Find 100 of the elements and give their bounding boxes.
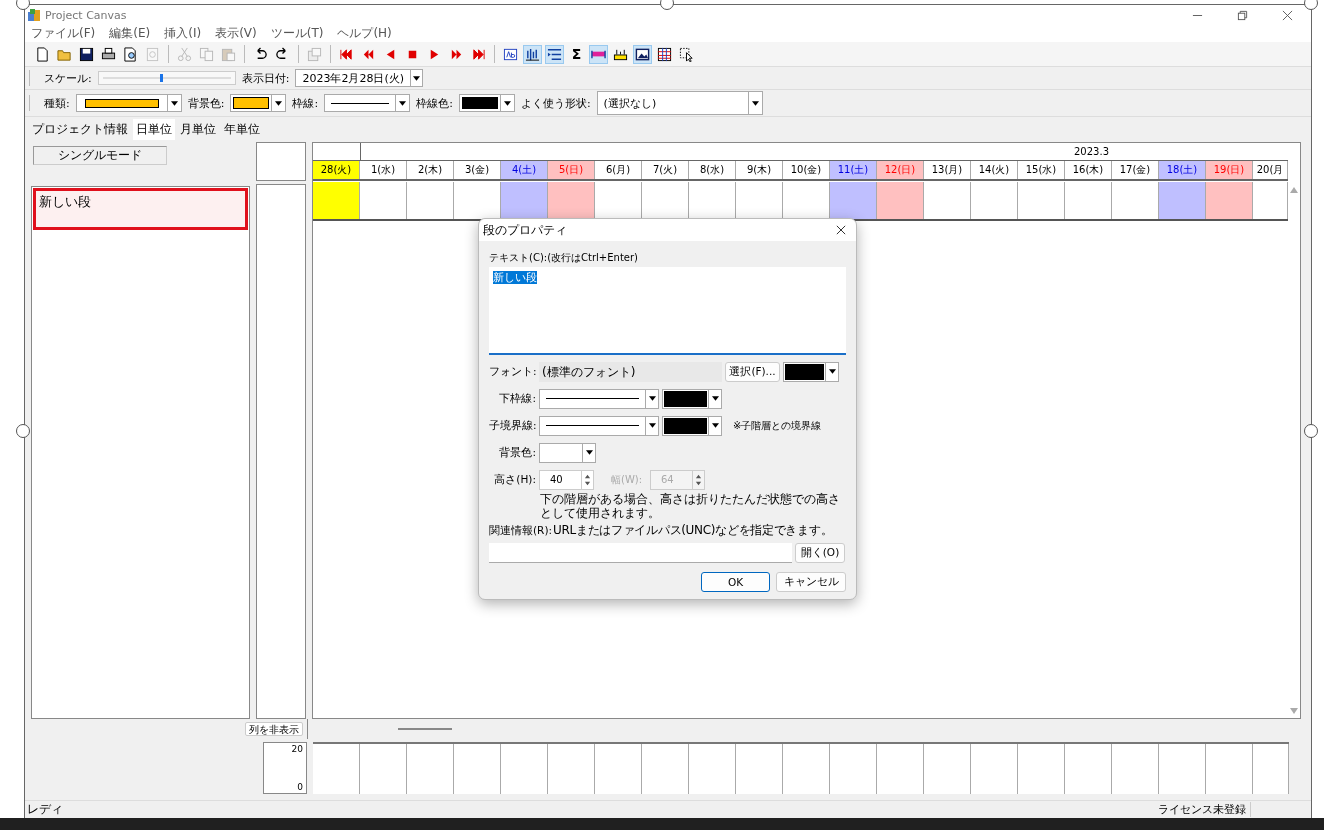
color-swatch — [664, 417, 707, 434]
color-swatch — [664, 390, 707, 407]
open-button[interactable]: 開く(O) — [795, 542, 845, 563]
day-cell — [501, 182, 548, 219]
cancel-button[interactable]: キャンセル — [776, 572, 846, 592]
menu-item[interactable]: 編集(E) — [109, 25, 151, 42]
select-font-button[interactable]: 選択(F)... — [725, 361, 780, 382]
axis-label: 20 — [291, 744, 303, 754]
view-tab[interactable]: 年単位 — [221, 119, 263, 140]
bottom-line-label: 下枠線: — [498, 391, 536, 406]
caret-icon[interactable] — [170, 100, 178, 106]
caret-icon[interactable] — [828, 369, 836, 374]
close-icon[interactable] — [1282, 9, 1293, 21]
background-color-label: 背景色: — [187, 95, 225, 111]
resize-handle[interactable] — [16, 424, 30, 438]
status-text: レディ — [26, 801, 63, 818]
height-note: 下の階層がある場合、高さは折りたたんだ状態での高さとして使用されます。 — [540, 492, 840, 520]
caret-icon[interactable] — [711, 396, 719, 401]
color-swatch — [233, 97, 270, 109]
link-input[interactable] — [489, 542, 792, 563]
day-header: 19(日) — [1206, 161, 1253, 179]
bottom-line-color-dropdown[interactable] — [662, 388, 722, 409]
day-cell — [877, 182, 924, 219]
textbox-icon[interactable] — [503, 46, 518, 62]
child-line-color-dropdown[interactable] — [662, 415, 722, 436]
spin-arrows-icon[interactable] — [695, 472, 702, 487]
color-swatch — [461, 97, 498, 109]
new-icon[interactable] — [35, 46, 50, 62]
border-color-label: 枠線色: — [416, 95, 453, 111]
width-label: 幅(W): — [611, 472, 644, 487]
view-tab[interactable]: 月単位 — [177, 119, 219, 140]
caret-icon[interactable] — [585, 450, 593, 455]
child-line-style-dropdown[interactable] — [539, 415, 659, 436]
scroll-thumb[interactable] — [398, 728, 452, 730]
caret-icon[interactable] — [503, 100, 511, 106]
first-icon[interactable] — [339, 46, 354, 62]
child-line-label: 子境界線: — [489, 418, 536, 433]
dialog-title: 段のプロパティ — [483, 221, 567, 239]
menu-item[interactable]: ファイル(F) — [31, 25, 96, 42]
columns-icon[interactable] — [525, 46, 540, 62]
font-color-dropdown[interactable] — [783, 361, 839, 382]
bottom-line-style-dropdown[interactable] — [539, 388, 659, 409]
resize-handle[interactable] — [1304, 424, 1318, 438]
sum-button[interactable]: Σ — [567, 44, 586, 64]
ok-button[interactable]: OK — [701, 572, 770, 592]
print-icon[interactable] — [101, 46, 116, 62]
save-icon[interactable] — [79, 46, 94, 62]
app-icon — [27, 8, 41, 22]
view-tab[interactable]: プロジェクト情報 — [29, 119, 131, 140]
border-label: 枠線: — [292, 95, 319, 111]
window-title: Project Canvas — [45, 8, 127, 22]
background-color-label: 背景色: — [498, 445, 536, 460]
common-shape-label: よく使う形状: — [520, 95, 591, 111]
type-dropdown[interactable] — [75, 94, 182, 112]
day-cell — [548, 182, 595, 219]
height-spinner[interactable]: 40 — [539, 469, 594, 490]
view-tab[interactable]: 日単位 — [133, 119, 175, 140]
height-label: 高さ(H): — [493, 472, 536, 487]
row-label[interactable]: 新しい段 — [33, 188, 248, 230]
restore-icon[interactable] — [1237, 9, 1248, 21]
day-cell — [313, 182, 360, 219]
color-swatch — [785, 363, 824, 380]
border-color-dropdown[interactable] — [458, 94, 515, 112]
common-shape-dropdown[interactable]: (選択なし) — [596, 91, 763, 115]
caret-icon[interactable] — [751, 100, 759, 106]
caret-icon[interactable] — [711, 423, 719, 428]
license-status: ライセンス未登録 — [1154, 802, 1251, 817]
column-header — [256, 142, 306, 181]
date-label: 表示日付: — [241, 70, 290, 86]
date-dropdown[interactable]: 2023年2月28日(火) — [295, 69, 424, 87]
caret-icon[interactable] — [399, 100, 407, 106]
indent-icon[interactable] — [547, 46, 562, 62]
background-color-dropdown[interactable] — [230, 94, 287, 112]
month-label: 2023.3 — [1074, 145, 1109, 159]
menu-item[interactable]: ツール(T) — [270, 25, 324, 42]
axis-label: 0 — [297, 782, 303, 792]
menu-item[interactable]: 表示(V) — [215, 25, 257, 42]
mode-button[interactable]: シングルモード — [33, 146, 167, 165]
caret-icon[interactable] — [648, 396, 656, 401]
day-cell — [1206, 182, 1253, 219]
border-style-dropdown[interactable] — [324, 94, 411, 112]
hide-columns-button[interactable]: 列を非表示 — [245, 722, 303, 736]
table-icon[interactable] — [657, 46, 672, 62]
pointer-icon[interactable] — [679, 46, 694, 62]
last-icon[interactable] — [471, 46, 486, 62]
menu-item[interactable]: 挿入(I) — [164, 25, 202, 42]
caret-icon[interactable] — [648, 423, 656, 428]
picture-icon[interactable] — [635, 46, 650, 62]
preview-icon[interactable] — [123, 46, 138, 62]
caret-icon[interactable] — [413, 75, 421, 81]
text-input-area[interactable]: 新しい段 — [489, 267, 846, 355]
spin-arrows-icon[interactable] — [584, 472, 591, 487]
child-line-note: ※子階層との境界線 — [733, 418, 822, 433]
scale-slider[interactable] — [97, 71, 236, 85]
caret-icon[interactable] — [275, 100, 283, 106]
close-icon[interactable] — [836, 225, 846, 235]
link-hint: URLまたはファイルパス(UNC)などを指定できます。 — [553, 522, 833, 539]
menu-item[interactable]: ヘルプ(H) — [337, 25, 392, 42]
day-header: 4(土) — [501, 161, 548, 179]
background-color-dropdown[interactable] — [539, 442, 596, 463]
